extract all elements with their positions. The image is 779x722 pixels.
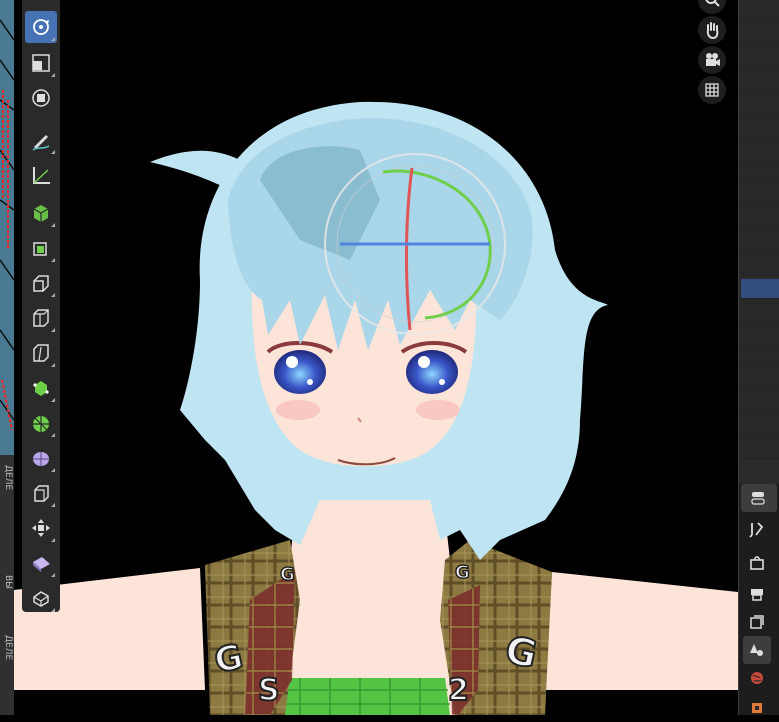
extrude-region-tool[interactable] <box>25 232 57 264</box>
outliner-row[interactable] <box>741 23 779 46</box>
right-arm <box>545 572 738 690</box>
outliner-row[interactable] <box>741 368 779 391</box>
object-tab[interactable] <box>743 694 771 722</box>
outliner-row[interactable] <box>741 345 779 368</box>
right-side-panel <box>738 0 779 715</box>
outliner-row[interactable] <box>741 69 779 92</box>
world-tab-icon <box>751 672 763 684</box>
outliner-row[interactable] <box>741 92 779 115</box>
transform-icon <box>32 89 50 107</box>
shrink-fatten-icon <box>33 557 50 572</box>
vest-letter: 2 <box>448 673 469 708</box>
bevel-tool[interactable] <box>25 302 57 334</box>
shear-tool[interactable] <box>25 582 57 614</box>
rotate-tool[interactable] <box>25 11 57 43</box>
outliner-row[interactable] <box>741 207 779 230</box>
loop-cut-tool[interactable] <box>25 337 57 369</box>
spin-tool[interactable] <box>25 442 57 474</box>
render-tab-icon <box>750 556 764 570</box>
tool-tab[interactable] <box>743 516 771 544</box>
scale-icon <box>32 54 50 72</box>
outliner-row[interactable] <box>741 138 779 161</box>
smooth-icon <box>34 485 49 502</box>
shrink-fatten-tool[interactable] <box>25 547 57 579</box>
editor-type-button[interactable] <box>741 484 777 512</box>
outliner-row[interactable] <box>741 46 779 69</box>
outliner-row[interactable] <box>741 161 779 184</box>
properties-tab-strip <box>739 484 779 715</box>
scale-tool[interactable] <box>25 47 57 79</box>
edge-slide-icon <box>32 519 50 537</box>
outliner-row[interactable] <box>741 230 779 253</box>
poly-build-tool[interactable] <box>25 407 57 439</box>
knife-icon <box>33 381 49 396</box>
object-tab-icon <box>752 703 762 713</box>
select-box-tool[interactable] <box>25 0 57 10</box>
green-shirt <box>275 678 450 715</box>
camera-view-icon <box>706 53 720 66</box>
measure-icon <box>33 167 50 184</box>
transform-tool[interactable] <box>25 82 57 114</box>
outliner-row[interactable] <box>741 184 779 207</box>
character-render: G G G G S 2 <box>14 101 738 715</box>
view-layer-tab[interactable] <box>743 608 771 636</box>
tool-shelf <box>22 0 60 612</box>
grid-ortho-icon <box>705 83 719 97</box>
navigation-controls <box>698 0 728 110</box>
knife-tool[interactable] <box>25 372 57 404</box>
outliner-row-selected[interactable] <box>741 279 779 299</box>
scene-tab[interactable] <box>743 636 771 664</box>
add-cube-tool[interactable] <box>25 197 57 229</box>
hand-pan-icon <box>706 22 719 39</box>
outliner-row[interactable] <box>741 0 779 23</box>
annotate-icon <box>32 135 50 151</box>
shear-icon <box>33 591 49 607</box>
outliner-row[interactable] <box>741 322 779 345</box>
extrude-icon <box>33 242 47 256</box>
poly-build-icon <box>33 416 49 432</box>
loop-cut-icon <box>33 344 49 362</box>
tool-tab-icon <box>749 522 764 538</box>
bevel-icon <box>33 309 49 327</box>
camera-view-button[interactable] <box>698 46 726 74</box>
outliner-row[interactable] <box>741 391 779 414</box>
output-tab-icon <box>751 589 763 601</box>
pan-button[interactable] <box>698 16 726 44</box>
outliner-row[interactable] <box>741 414 779 437</box>
hair-tuft <box>150 150 240 190</box>
view-layer-icon <box>750 615 764 629</box>
render-tab[interactable] <box>743 550 771 578</box>
left-side-tabs[interactable]: ДЕЛЕ ВЫ ДЕЛЕ <box>0 455 14 715</box>
outliner-row[interactable] <box>741 437 779 460</box>
output-tab[interactable] <box>743 580 771 608</box>
editor-type-icon <box>751 492 765 505</box>
inset-icon <box>33 275 49 292</box>
rotate-icon <box>33 19 49 35</box>
wireframe-preview <box>0 0 14 455</box>
annotate-tool[interactable] <box>25 124 57 156</box>
measure-tool[interactable] <box>25 159 57 191</box>
vest-letter: G <box>280 564 295 585</box>
zoom-icon <box>705 0 720 7</box>
edge-slide-tool[interactable] <box>25 512 57 544</box>
outliner-row[interactable] <box>741 115 779 138</box>
ortho-toggle-button[interactable] <box>698 76 726 104</box>
outliner-row[interactable] <box>741 253 779 276</box>
inset-faces-tool[interactable] <box>25 267 57 299</box>
world-tab[interactable] <box>743 664 771 692</box>
vest-letter: G <box>455 562 470 583</box>
vest-letter: S <box>258 673 280 708</box>
scene-tab-icon <box>750 644 763 656</box>
smooth-tool[interactable] <box>25 477 57 509</box>
add-cube-icon <box>33 205 49 222</box>
spin-icon <box>33 452 49 466</box>
3d-viewport[interactable]: G G G G S 2 <box>0 0 738 715</box>
outliner-row[interactable] <box>741 299 779 322</box>
zoom-button[interactable] <box>698 0 726 14</box>
